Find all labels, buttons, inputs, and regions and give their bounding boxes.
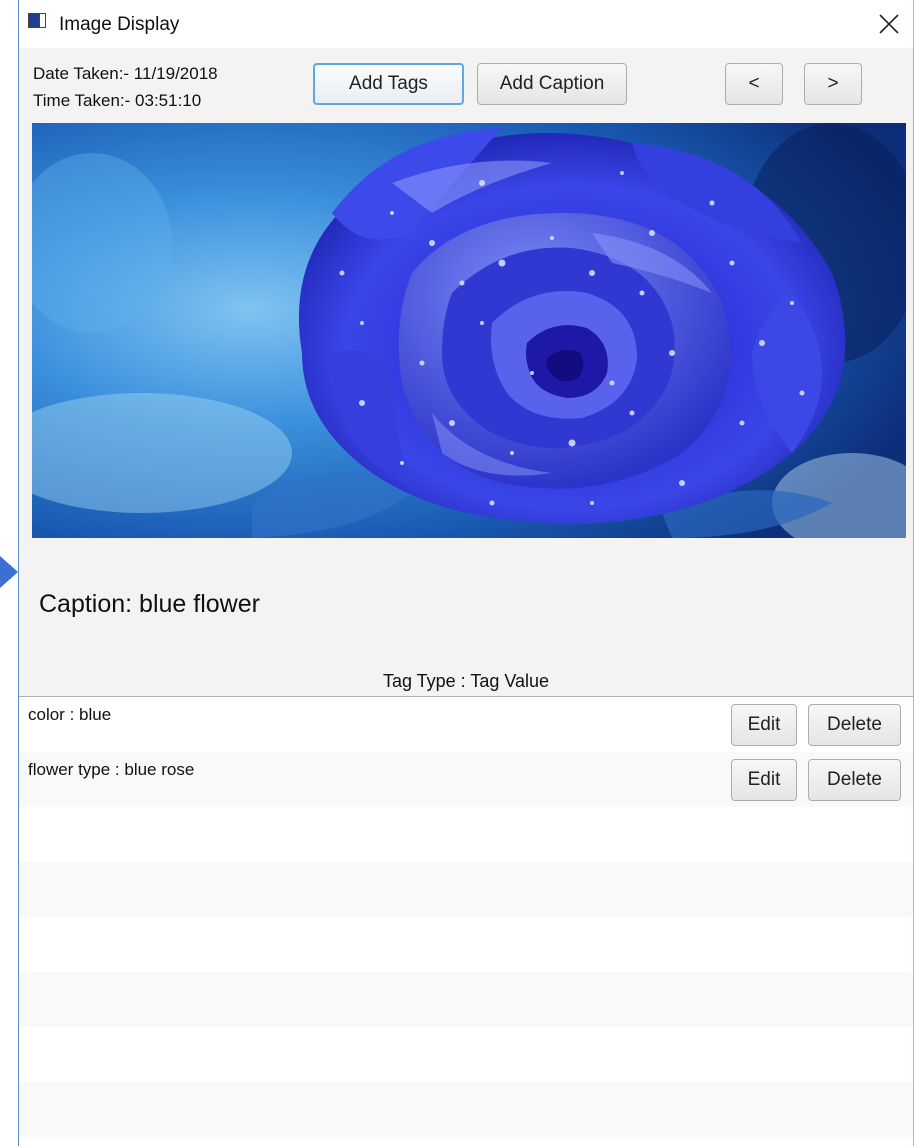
next-image-button[interactable]: > bbox=[804, 63, 862, 105]
photo-metadata: Date Taken:- 11/19/2018 Time Taken:- 03:… bbox=[33, 60, 218, 114]
image-display-window: Image Display Date Taken:- 11/19/2018 Ti… bbox=[18, 0, 914, 1146]
delete-tag-button[interactable]: Delete bbox=[808, 704, 901, 746]
title-bar: Image Display bbox=[19, 0, 913, 48]
blue-rose-image bbox=[32, 123, 906, 538]
close-icon[interactable] bbox=[877, 12, 901, 36]
page: Image Display Date Taken:- 11/19/2018 Ti… bbox=[0, 0, 914, 1146]
add-caption-button[interactable]: Add Caption bbox=[477, 63, 627, 105]
empty-table-row bbox=[19, 1082, 913, 1137]
edit-tag-button[interactable]: Edit bbox=[731, 704, 797, 746]
caption-label: Caption: blue flower bbox=[39, 590, 260, 618]
delete-tag-button[interactable]: Delete bbox=[808, 759, 901, 801]
tags-table-header: Tag Type : Tag Value bbox=[19, 663, 913, 697]
window-title: Image Display bbox=[59, 14, 180, 35]
empty-table-row bbox=[19, 917, 913, 972]
left-arrow-marker bbox=[0, 556, 18, 588]
empty-table-row bbox=[19, 1027, 913, 1082]
tag-entry-text: color : blue bbox=[28, 705, 112, 724]
empty-table-row bbox=[19, 1137, 913, 1146]
edit-tag-button[interactable]: Edit bbox=[731, 759, 797, 801]
tags-table: Tag Type : Tag Value color : blue Edit D… bbox=[19, 663, 913, 1146]
empty-table-row bbox=[19, 972, 913, 1027]
tags-column-header: Tag Type : Tag Value bbox=[382, 671, 550, 691]
table-row[interactable]: flower type : blue rose Edit Delete bbox=[19, 752, 913, 807]
previous-image-button[interactable]: < bbox=[725, 63, 783, 105]
photo-display bbox=[32, 123, 906, 538]
empty-table-row bbox=[19, 807, 913, 862]
add-tags-button[interactable]: Add Tags bbox=[313, 63, 464, 105]
date-taken-label: Date Taken:- 11/19/2018 bbox=[33, 64, 218, 83]
table-row[interactable]: color : blue Edit Delete bbox=[19, 697, 913, 752]
app-icon bbox=[28, 13, 46, 28]
empty-table-row bbox=[19, 862, 913, 917]
tags-table-rows: color : blue Edit Delete flower type : b… bbox=[19, 697, 913, 1146]
tag-entry-text: flower type : blue rose bbox=[28, 760, 195, 779]
time-taken-label: Time Taken:- 03:51:10 bbox=[33, 91, 202, 110]
